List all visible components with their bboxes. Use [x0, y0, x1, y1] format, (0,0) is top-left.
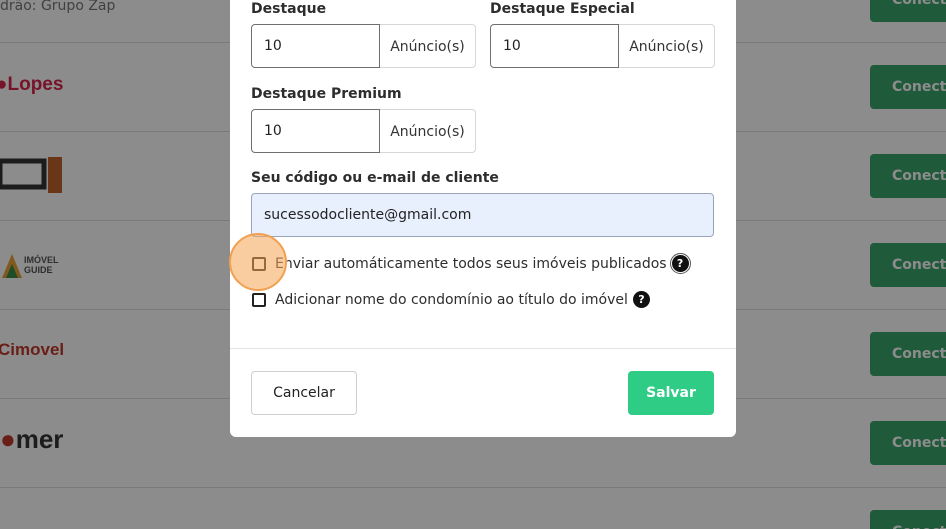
destaque-especial-input-group: 10 Anúncio(s): [490, 24, 715, 68]
condo-name-label: Adicionar nome do condomínio ao título d…: [275, 291, 628, 308]
destaque-premium-suffix: Anúncio(s): [380, 109, 476, 153]
footer-divider: [230, 348, 736, 349]
portal-config-modal: Destaque 10 Anúncio(s) Destaque Especial…: [230, 0, 736, 437]
condo-name-option: Adicionar nome do condomínio ao título d…: [252, 291, 650, 308]
destaque-premium-input[interactable]: 10: [251, 109, 380, 153]
question-circle-icon[interactable]: ?: [632, 291, 650, 308]
destaque-especial-label: Destaque Especial: [490, 1, 635, 17]
click-highlight: [229, 233, 287, 291]
destaque-especial-input[interactable]: 10: [490, 24, 619, 68]
destaque-input[interactable]: 10: [251, 24, 380, 68]
destaque-especial-suffix: Anúncio(s): [619, 24, 715, 68]
destaque-premium-input-group: 10 Anúncio(s): [251, 109, 476, 153]
destaque-suffix: Anúncio(s): [380, 24, 476, 68]
send-all-label: Enviar automáticamente todos seus imóvei…: [275, 255, 667, 272]
destaque-premium-label: Destaque Premium: [251, 86, 402, 102]
destaque-input-group: 10 Anúncio(s): [251, 24, 476, 68]
question-circle-icon[interactable]: ?: [669, 253, 691, 274]
cancel-button[interactable]: Cancelar: [251, 371, 357, 415]
destaque-label: Destaque: [251, 1, 327, 17]
client-code-input[interactable]: sucessodocliente@gmail.com: [251, 193, 714, 237]
client-code-label: Seu código ou e-mail de cliente: [251, 170, 499, 186]
send-all-option: Enviar automáticamente todos seus imóvei…: [252, 253, 691, 274]
condo-name-checkbox[interactable]: [252, 292, 266, 307]
save-button[interactable]: Salvar: [628, 371, 714, 415]
